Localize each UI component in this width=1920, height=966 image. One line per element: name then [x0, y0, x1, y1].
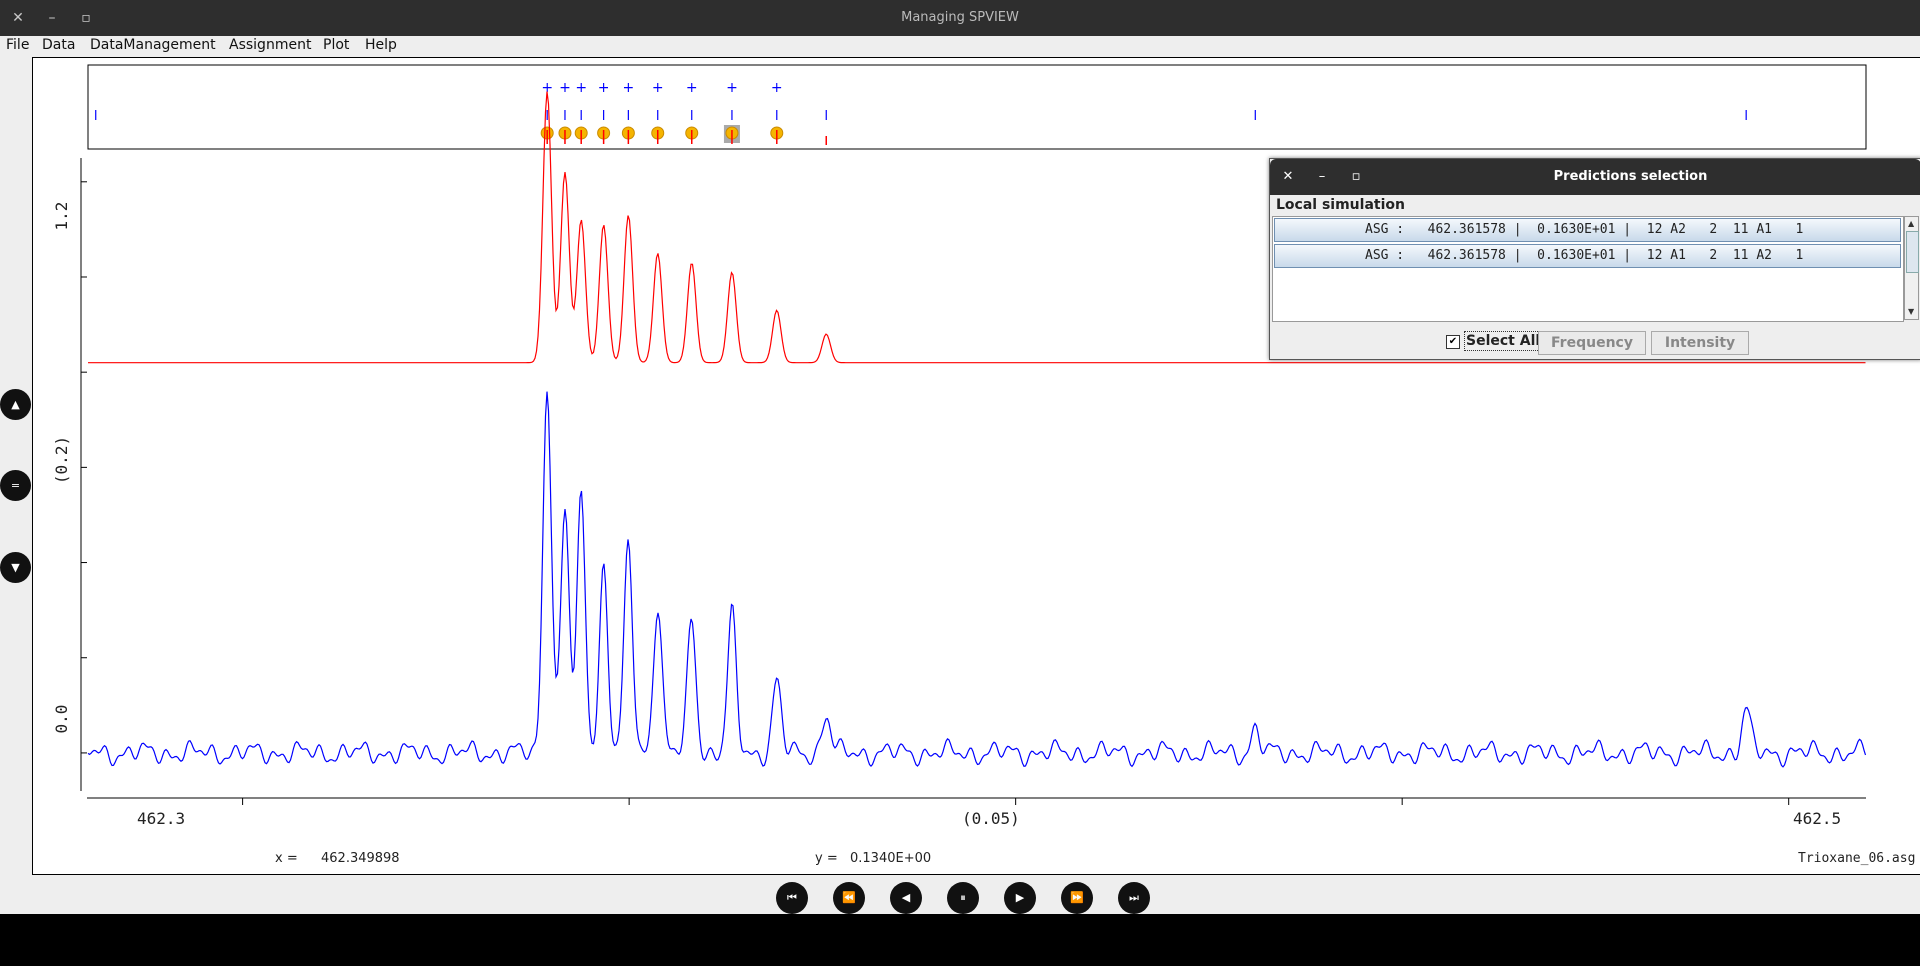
prediction-cross: + — [686, 80, 698, 96]
observed-spectrum-line — [87, 391, 1867, 768]
skip-first-icon[interactable]: ⏮ — [776, 882, 808, 914]
select-all-label[interactable]: Select All — [1464, 331, 1543, 351]
menu-bar: File Data DataManagement Assignment Plot… — [0, 36, 1920, 56]
menu-plot[interactable]: Plot — [323, 37, 349, 53]
prediction-cross: + — [559, 80, 571, 96]
prediction-row[interactable]: ASG : 462.361578 | 0.1630E+01 | 12 A2 2 … — [1274, 218, 1901, 242]
y-coord-label: y = — [815, 851, 838, 866]
frequency-button[interactable]: Frequency — [1538, 331, 1646, 355]
window-titlebar: ✕ – ▫ Managing SPVIEW — [0, 0, 1920, 36]
menu-datamanagement[interactable]: DataManagement — [90, 37, 216, 53]
y-tick-label-mid: (0.2) — [52, 436, 71, 484]
scroll-up-icon[interactable]: ▲ — [1908, 219, 1914, 228]
menu-assignment[interactable]: Assignment — [229, 37, 311, 53]
select-all-checkbox[interactable]: ✔ — [1446, 335, 1460, 349]
x-tick-label-462-3: 462.3 — [137, 809, 185, 828]
x-coord-value: 462.349898 — [321, 851, 400, 866]
skip-last-icon[interactable]: ⏭ — [1118, 882, 1150, 914]
fast-forward-icon[interactable]: ⏩ — [1061, 882, 1093, 914]
x-tick-label-mid: (0.05) — [962, 809, 1020, 828]
window-title: Managing SPVIEW — [901, 10, 1019, 25]
prediction-row[interactable]: ASG : 462.361578 | 0.1630E+01 | 12 A1 2 … — [1274, 244, 1901, 268]
prediction-cross: + — [575, 80, 587, 96]
fast-rewind-icon[interactable]: ⏪ — [833, 882, 865, 914]
dialog-subtitle: Local simulation — [1276, 197, 1405, 213]
prediction-cross: + — [652, 80, 664, 96]
x-coord-label: x = — [275, 851, 298, 866]
status-bar: x = 462.349898 y = 0.1340E+00 Trioxane_0… — [32, 844, 1920, 875]
menu-file[interactable]: File — [6, 37, 29, 53]
dialog-titlebar: ✕ – ▫ Predictions selection — [1270, 159, 1920, 195]
menu-help[interactable]: Help — [365, 37, 397, 53]
bottom-panel — [0, 914, 1920, 966]
assignment-strip — [87, 64, 1867, 150]
file-name: Trioxane_06.asg — [1798, 851, 1916, 866]
arrow-down-icon[interactable]: ▼ — [0, 552, 31, 583]
menu-data[interactable]: Data — [42, 37, 75, 53]
scroll-thumb[interactable] — [1906, 231, 1919, 273]
list-scrollbar[interactable]: ▲ ▼ — [1904, 216, 1919, 320]
prediction-cross: + — [726, 80, 738, 96]
y-tick-label-1-2: 1.2 — [52, 202, 71, 231]
pause-icon[interactable]: ⏸ — [947, 882, 979, 914]
predictions-dialog: ✕ – ▫ Predictions selection Local simula… — [1269, 158, 1920, 360]
arrow-up-icon[interactable]: ▲ — [0, 389, 31, 420]
y-tick-label-0-0: 0.0 — [52, 705, 71, 734]
prediction-cross: + — [622, 80, 634, 96]
predictions-list[interactable]: ASG : 462.361578 | 0.1630E+01 | 12 A2 2 … — [1272, 216, 1904, 322]
prediction-cross: + — [598, 80, 610, 96]
prediction-cross: + — [771, 80, 783, 96]
equals-icon[interactable]: = — [0, 470, 31, 501]
dialog-title: Predictions selection — [1553, 169, 1708, 184]
x-tick-label-462-5: 462.5 — [1793, 809, 1841, 828]
step-back-icon[interactable]: ◀ — [890, 882, 922, 914]
intensity-button[interactable]: Intensity — [1651, 331, 1749, 355]
scroll-down-icon[interactable]: ▼ — [1908, 307, 1914, 316]
y-coord-value: 0.1340E+00 — [850, 851, 932, 866]
play-icon[interactable]: ▶ — [1004, 882, 1036, 914]
